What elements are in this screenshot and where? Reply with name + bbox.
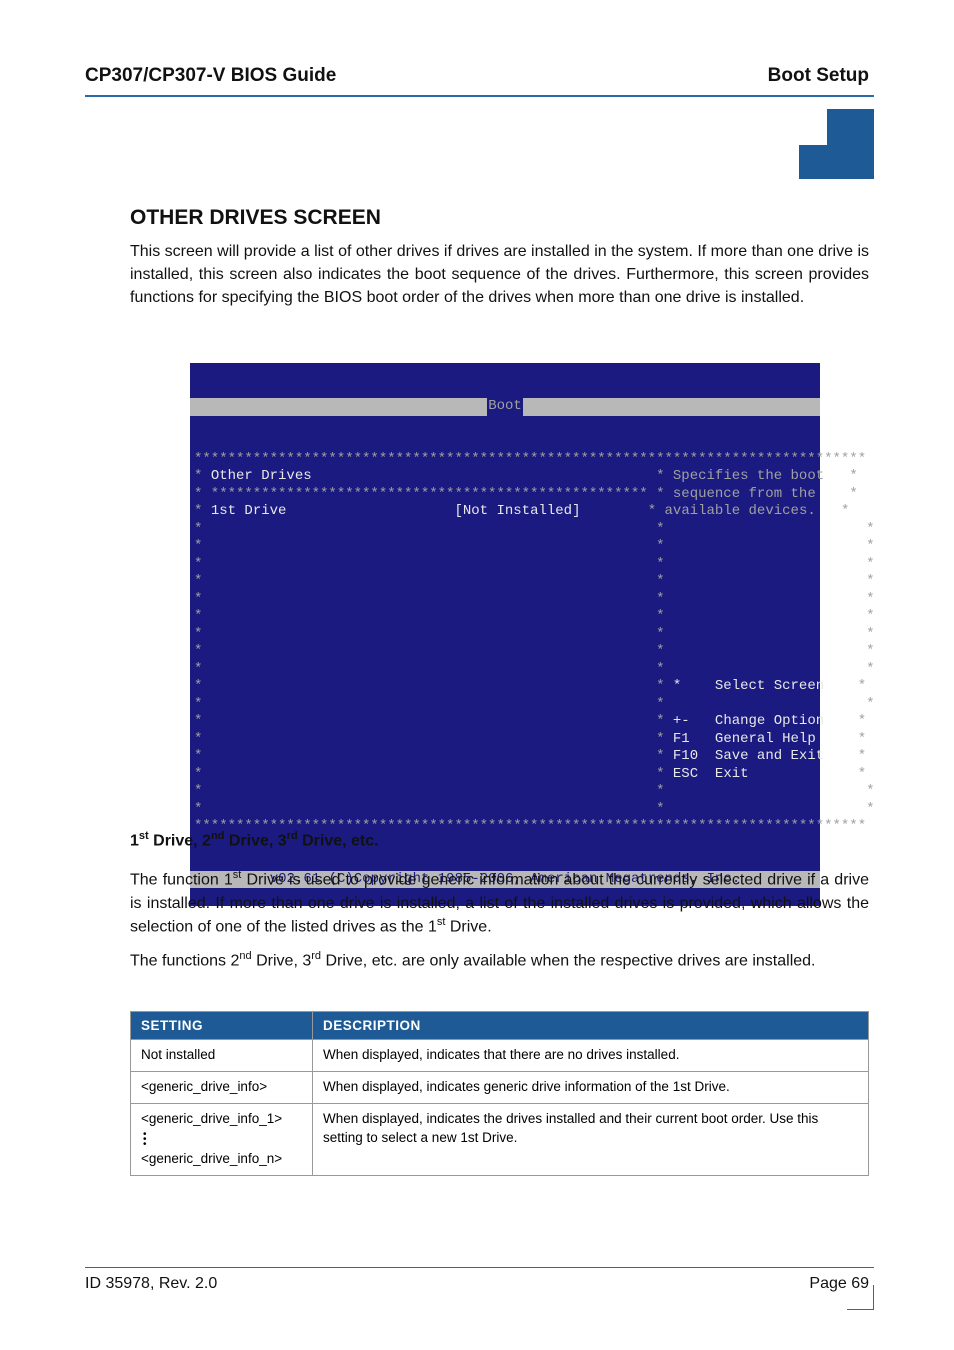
bios-help-1: Specifies the boot bbox=[673, 468, 824, 484]
bios-title-bar: Boot bbox=[190, 398, 820, 416]
bios-nav-help: General Help bbox=[715, 731, 816, 747]
body-paragraph-2: The function 1st Drive is used to provid… bbox=[130, 868, 869, 938]
body-paragraph: This screen will provide a list of other… bbox=[130, 240, 869, 310]
bios-nav-exit: Exit bbox=[715, 766, 749, 782]
bios-title: Boot bbox=[487, 398, 523, 416]
bios-field-label: 1st Drive bbox=[211, 503, 287, 519]
table-cell: When displayed, indicates generic drive … bbox=[313, 1071, 869, 1103]
bios-help-2: sequence from the bbox=[673, 486, 816, 502]
section-title: OTHER DRIVES SCREEN bbox=[130, 206, 381, 230]
table-row: Not installed When displayed, indicates … bbox=[131, 1040, 869, 1072]
vertical-dots-icon: ••• bbox=[143, 1132, 302, 1147]
bios-key-f1: F1 bbox=[673, 731, 690, 747]
bios-key-f10: F10 bbox=[673, 748, 698, 764]
footer-left: ID 35978, Rev. 2.0 bbox=[85, 1275, 217, 1293]
bios-nav-save: Save and Exit bbox=[715, 748, 824, 764]
top-rule bbox=[85, 95, 874, 97]
bottom-rule bbox=[85, 1267, 874, 1268]
body-paragraph-3: The functions 2nd Drive, 3rd Drive, etc.… bbox=[130, 949, 869, 973]
bios-key-pm: +- bbox=[673, 713, 690, 729]
table-cell: Not installed bbox=[131, 1040, 313, 1072]
bios-nav-change: Change Option bbox=[715, 713, 824, 729]
bios-help-3: available devices. bbox=[665, 503, 816, 519]
corner-logo bbox=[799, 109, 874, 179]
bios-field-value: [Not Installed] bbox=[454, 503, 580, 519]
bios-panel-title: Other Drives bbox=[211, 468, 312, 484]
bios-screenshot: Boot ***********************************… bbox=[190, 363, 820, 906]
settings-table: SETTING DESCRIPTION Not installed When d… bbox=[130, 1011, 869, 1176]
table-header-description: DESCRIPTION bbox=[313, 1012, 869, 1040]
table-cell: When displayed, indicates that there are… bbox=[313, 1040, 869, 1072]
page-corner-mark bbox=[847, 1285, 874, 1310]
bios-body: ****************************************… bbox=[190, 451, 820, 836]
header-right: Boot Setup bbox=[768, 65, 869, 87]
table-cell: When displayed, indicates the drives ins… bbox=[313, 1103, 869, 1175]
header-left: CP307/CP307-V BIOS Guide bbox=[85, 65, 336, 87]
table-cell: <generic_drive_info> bbox=[131, 1071, 313, 1103]
table-header-setting: SETTING bbox=[131, 1012, 313, 1040]
subtitle: 1st Drive, 2nd Drive, 3rd Drive, etc. bbox=[130, 830, 379, 850]
table-row: <generic_drive_info_1> ••• <generic_driv… bbox=[131, 1103, 869, 1175]
bios-nav-select: Select Screen bbox=[715, 678, 824, 694]
table-row: <generic_drive_info> When displayed, ind… bbox=[131, 1071, 869, 1103]
bios-key-arrow: * bbox=[673, 678, 681, 694]
bios-key-esc: ESC bbox=[673, 766, 698, 782]
table-cell: <generic_drive_info_1> ••• <generic_driv… bbox=[131, 1103, 313, 1175]
